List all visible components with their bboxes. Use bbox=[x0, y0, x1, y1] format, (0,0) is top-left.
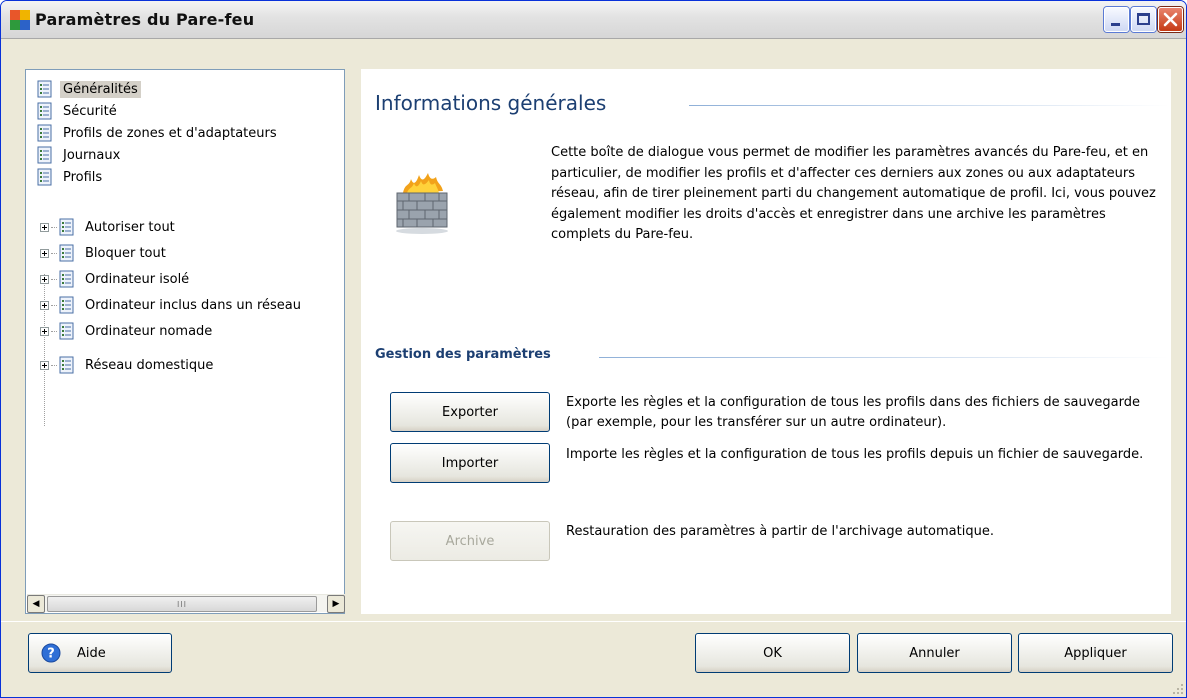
tree-item-label: Généralités bbox=[60, 80, 141, 98]
tree-item-profile-ordinateur-nomade[interactable]: Ordinateur nomade bbox=[40, 320, 215, 342]
window-title: Paramètres du Pare-feu bbox=[35, 10, 255, 29]
tree-item-journaux[interactable]: Journaux bbox=[36, 144, 123, 166]
tree-item-profile-autoriser-tout[interactable]: Autoriser tout bbox=[40, 216, 178, 238]
tree-horizontal-scrollbar[interactable]: ◀ III ▶ bbox=[27, 594, 345, 613]
minimize-icon bbox=[1111, 23, 1120, 26]
tree-item-label: Profils de zones et d'adaptateurs bbox=[63, 125, 277, 141]
archive-button[interactable]: Archive bbox=[390, 521, 550, 561]
help-icon: ? bbox=[41, 643, 61, 663]
firewall-app-icon bbox=[10, 10, 30, 30]
settings-page-icon bbox=[37, 80, 52, 98]
expand-toggle-icon[interactable] bbox=[40, 274, 49, 284]
firewall-icon bbox=[396, 173, 448, 234]
tree-item-label: Autoriser tout bbox=[85, 219, 175, 235]
arrow-right-icon: ▶ bbox=[332, 599, 340, 609]
minimize-button[interactable] bbox=[1104, 7, 1129, 32]
cancel-button[interactable]: Annuler bbox=[857, 633, 1012, 673]
maximize-button[interactable] bbox=[1131, 7, 1156, 32]
expand-toggle-icon[interactable] bbox=[40, 222, 49, 232]
close-icon bbox=[1163, 12, 1178, 27]
expand-toggle-icon[interactable] bbox=[40, 360, 49, 370]
tree-item-profile-ordinateur-reseau[interactable]: Ordinateur inclus dans un réseau bbox=[40, 294, 304, 316]
settings-page-icon bbox=[59, 244, 74, 262]
help-button[interactable]: ? Aide bbox=[28, 633, 172, 673]
export-button[interactable]: Exporter bbox=[390, 392, 550, 432]
tree-item-label: Ordinateur nomade bbox=[85, 323, 213, 339]
expand-toggle-icon[interactable] bbox=[40, 300, 49, 310]
intro-description: Cette boîte de dialogue vous permet de m… bbox=[551, 145, 1156, 242]
tree-item-label: Profils bbox=[63, 169, 103, 185]
tree-item-label: Ordinateur inclus dans un réseau bbox=[85, 297, 301, 313]
export-description: Exporte les règles et la configuration d… bbox=[566, 395, 1140, 430]
scroll-right-button[interactable]: ▶ bbox=[327, 595, 345, 613]
settings-page-icon bbox=[37, 102, 52, 120]
archive-description: Restauration des paramètres à partir de … bbox=[566, 524, 994, 539]
resize-grip-icon[interactable] bbox=[1170, 681, 1184, 695]
tree-item-zone-profiles[interactable]: Profils de zones et d'adaptateurs bbox=[36, 122, 280, 144]
tree-item-label: Sécurité bbox=[63, 103, 117, 119]
settings-page-icon bbox=[59, 296, 74, 314]
ok-button[interactable]: OK bbox=[695, 633, 850, 673]
scroll-thumb[interactable]: III bbox=[47, 596, 317, 612]
svg-text:?: ? bbox=[47, 647, 55, 662]
tree-item-label: Bloquer tout bbox=[85, 245, 166, 261]
apply-button[interactable]: Appliquer bbox=[1018, 633, 1173, 673]
expand-toggle-icon[interactable] bbox=[40, 326, 49, 336]
tree-item-label: Ordinateur isolé bbox=[85, 271, 190, 287]
arrow-left-icon: ◀ bbox=[32, 599, 40, 609]
settings-page-icon bbox=[59, 322, 74, 340]
scroll-left-button[interactable]: ◀ bbox=[27, 595, 45, 613]
tree-item-profile-ordinateur-isole[interactable]: Ordinateur isolé bbox=[40, 268, 192, 290]
subsection-divider bbox=[599, 357, 1169, 358]
tree-item-profile-bloquer-tout[interactable]: Bloquer tout bbox=[40, 242, 169, 264]
tree-item-label: Journaux bbox=[63, 147, 121, 163]
settings-management-heading: Gestion des paramètres bbox=[375, 347, 551, 362]
tree-item-securite[interactable]: Sécurité bbox=[36, 100, 120, 122]
firewall-settings-window: Paramètres du Pare-feu Généralités Sécur… bbox=[0, 0, 1187, 698]
settings-page-icon bbox=[37, 146, 52, 164]
settings-page-icon bbox=[59, 218, 74, 236]
help-label: Aide bbox=[77, 645, 106, 661]
footer-divider bbox=[1, 621, 1186, 622]
maximize-icon bbox=[1137, 13, 1150, 25]
tree-item-profils[interactable]: Profils bbox=[36, 166, 105, 188]
import-button[interactable]: Importer bbox=[390, 443, 550, 483]
tree-item-profile-reseau-domestique[interactable]: Réseau domestique bbox=[40, 354, 216, 376]
settings-page-icon bbox=[37, 124, 52, 142]
import-description: Importe les règles et la configuration d… bbox=[566, 447, 1144, 462]
page-title: Informations générales bbox=[375, 91, 607, 115]
settings-page-icon bbox=[59, 356, 74, 374]
content-panel: Informations générales Cette boîte de di… bbox=[361, 69, 1171, 614]
title-bar[interactable]: Paramètres du Pare-feu bbox=[1, 1, 1186, 39]
settings-page-icon bbox=[37, 168, 52, 186]
expand-toggle-icon[interactable] bbox=[40, 248, 49, 258]
tree-item-label: Réseau domestique bbox=[85, 357, 214, 373]
tree-item-generalites[interactable]: Généralités bbox=[36, 78, 141, 100]
settings-tree[interactable]: Généralités Sécurité Profils de zones et… bbox=[25, 69, 345, 614]
close-button[interactable] bbox=[1158, 7, 1183, 32]
thumb-grip-icon: III bbox=[176, 599, 188, 609]
settings-page-icon bbox=[59, 270, 74, 288]
title-divider bbox=[689, 105, 1169, 106]
